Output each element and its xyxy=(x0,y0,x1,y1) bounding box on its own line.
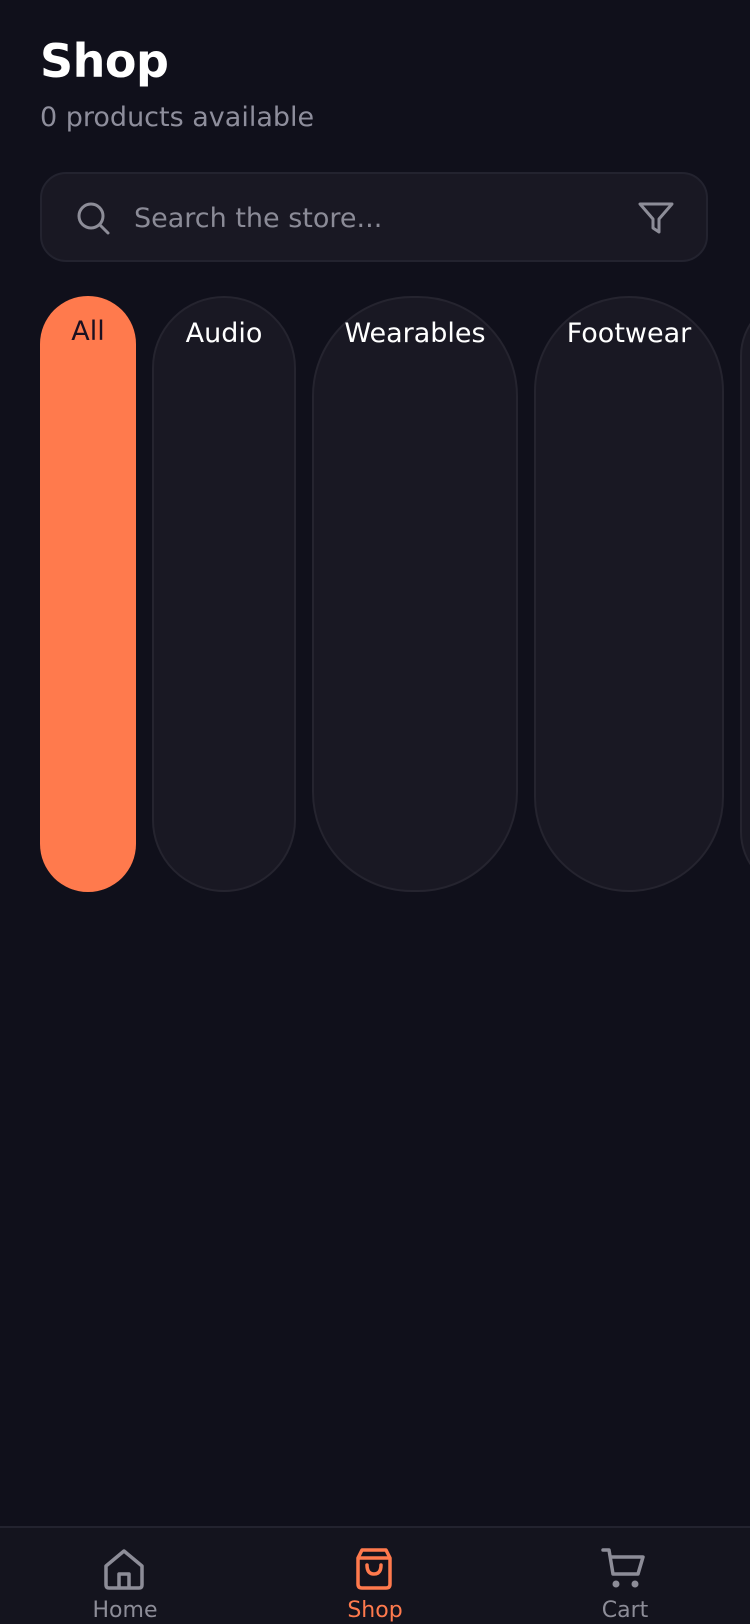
search-bar[interactable] xyxy=(40,172,708,262)
bottom-tab-bar: Home Shop Cart xyxy=(0,1526,750,1624)
tab-label: Home xyxy=(92,1598,158,1623)
filter-icon[interactable] xyxy=(636,198,676,238)
category-chip-label: All xyxy=(71,316,105,347)
category-chip-more[interactable] xyxy=(740,296,750,892)
tab-cart[interactable]: Cart xyxy=(500,1528,750,1624)
page-title: Shop xyxy=(40,34,169,88)
category-chip-label: Audio xyxy=(185,318,263,349)
category-chips: All Audio Wearables Footwear xyxy=(0,296,750,894)
tab-label: Cart xyxy=(601,1598,649,1623)
product-count: 0 products available xyxy=(40,102,315,133)
shop-screen: Shop 0 products available All Audio Wear… xyxy=(0,0,750,1624)
category-chip-audio[interactable]: Audio xyxy=(152,296,296,892)
cart-icon xyxy=(601,1548,645,1588)
tab-home[interactable]: Home xyxy=(0,1528,250,1624)
search-input[interactable] xyxy=(134,190,604,246)
home-icon xyxy=(104,1549,144,1590)
tab-shop[interactable]: Shop xyxy=(250,1528,500,1624)
category-chip-label: Wearables xyxy=(344,318,486,349)
search-icon xyxy=(77,202,110,235)
category-chip-all[interactable]: All xyxy=(40,296,136,892)
tab-label: Shop xyxy=(347,1598,403,1623)
category-chip-label: Footwear xyxy=(566,318,692,349)
category-chip-footwear[interactable]: Footwear xyxy=(534,296,724,892)
category-chip-wearables[interactable]: Wearables xyxy=(312,296,518,892)
shopping-bag-icon xyxy=(356,1548,392,1590)
